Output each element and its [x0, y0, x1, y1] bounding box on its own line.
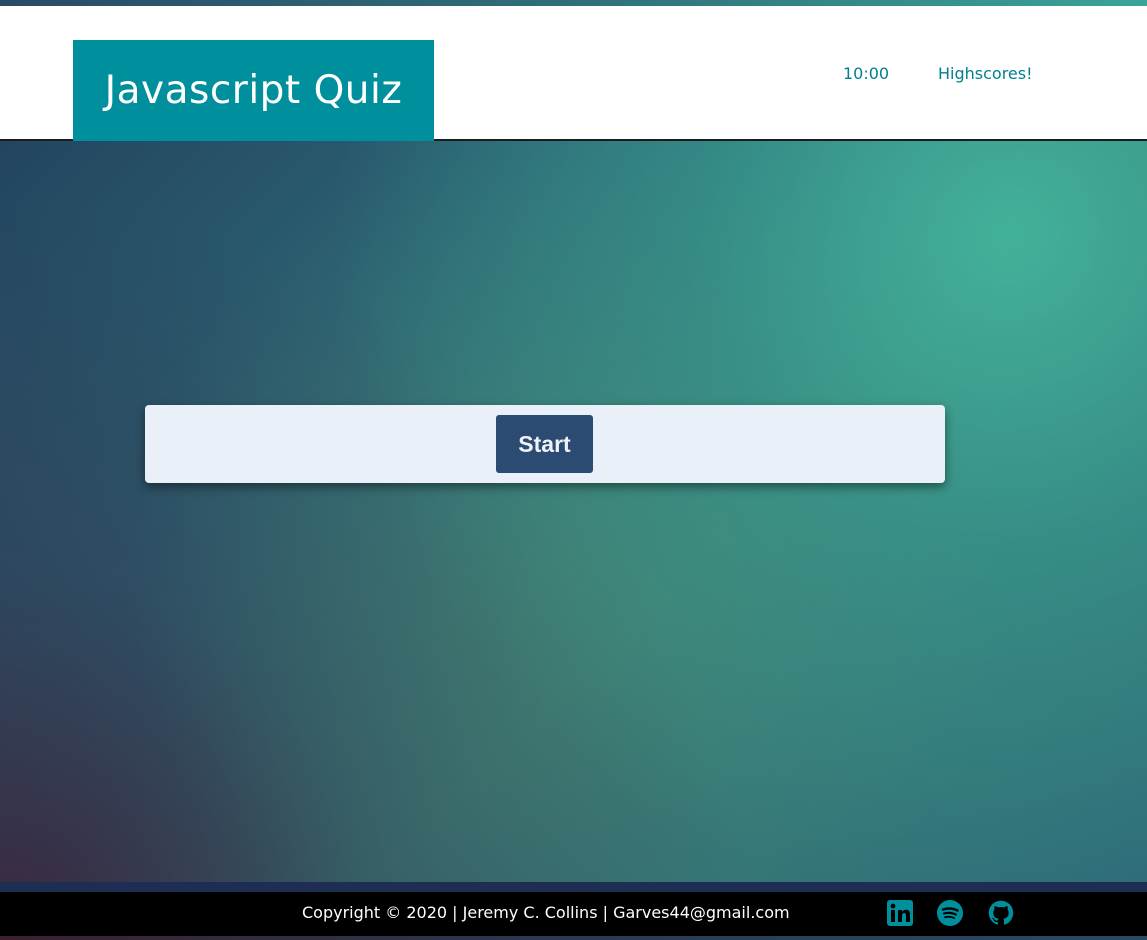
- linkedin-icon[interactable]: [887, 900, 913, 926]
- page-title: Javascript Quiz: [73, 40, 434, 141]
- footer-bottom-strip: [0, 936, 1147, 940]
- start-button[interactable]: Start: [496, 415, 593, 473]
- footer-accent-bar: [0, 882, 1147, 892]
- highscores-link[interactable]: Highscores!: [938, 64, 1033, 83]
- spotify-icon[interactable]: [937, 900, 963, 926]
- copyright-text: Copyright © 2020 | Jeremy C. Collins | G…: [302, 903, 790, 922]
- page-footer: Copyright © 2020 | Jeremy C. Collins | G…: [0, 892, 1147, 936]
- quiz-timer: 10:00: [843, 64, 890, 83]
- page-header: Javascript Quiz 10:00 Highscores!: [0, 6, 1147, 141]
- start-card: Start: [145, 405, 945, 483]
- github-icon[interactable]: [988, 900, 1014, 926]
